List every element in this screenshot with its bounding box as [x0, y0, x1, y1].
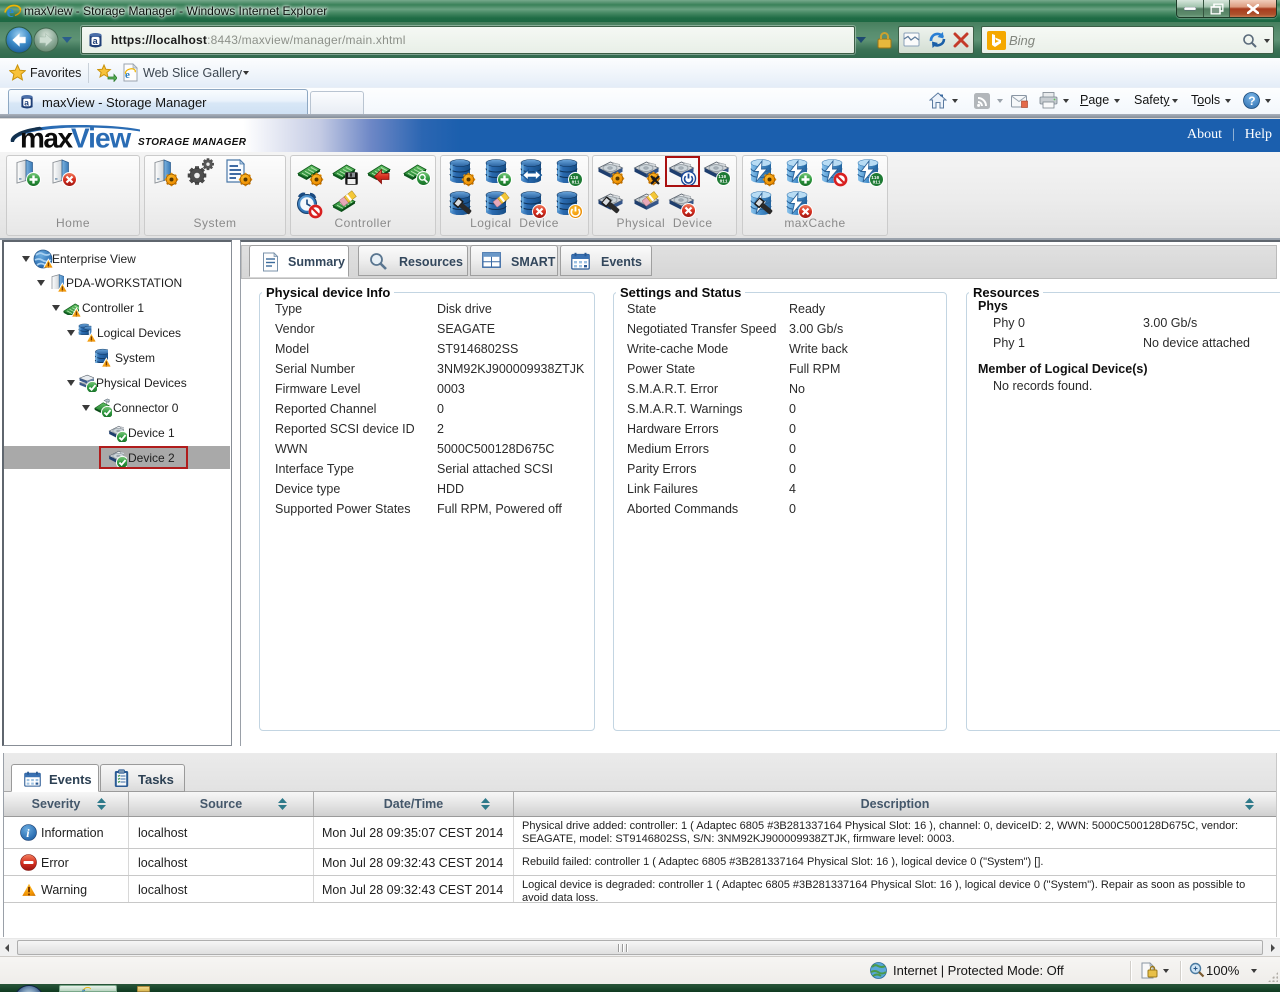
svg-text:View: View [71, 123, 132, 154]
svg-text:?: ? [1248, 94, 1255, 108]
svg-text:a: a [24, 97, 29, 107]
svg-text:max: max [20, 123, 73, 154]
